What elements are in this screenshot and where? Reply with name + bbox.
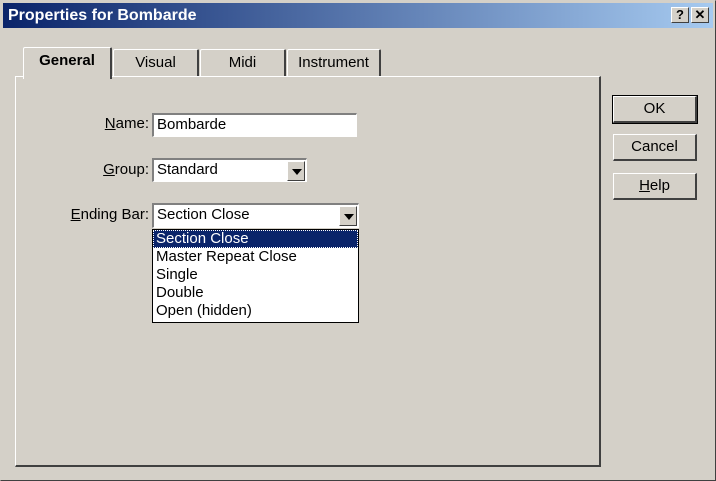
dropdown-option-master-repeat-close[interactable]: Master Repeat Close [153,248,358,266]
dropdown-option-double[interactable]: Double [153,284,358,302]
help-icon[interactable]: ? [671,7,689,23]
name-input[interactable]: Bombarde [152,113,357,137]
help-button[interactable]: Help [613,173,697,200]
properties-dialog: Properties for Bombarde ? ✕ General Visu… [0,0,716,481]
tab-visual[interactable]: Visual [113,49,199,77]
ending-bar-dropdown-list: Section Close Master Repeat Close Single… [152,229,359,323]
ok-button[interactable]: OK [612,95,698,124]
cancel-button[interactable]: Cancel [613,134,697,161]
chevron-down-icon[interactable] [287,161,305,181]
tab-midi[interactable]: Midi [200,49,286,77]
name-label: Name: [104,115,149,132]
close-icon[interactable]: ✕ [691,7,709,23]
title-bar[interactable]: Properties for Bombarde ? ✕ [3,3,713,28]
ending-bar-select[interactable]: Section Close [152,203,359,228]
ending-bar-label: Ending Bar: [70,206,149,223]
ending-bar-value: Section Close [157,206,250,223]
group-label: Group: [103,161,149,178]
dropdown-option-open-hidden[interactable]: Open (hidden) [153,302,358,320]
chevron-down-icon[interactable] [339,206,357,226]
group-select[interactable]: Standard [152,158,307,182]
dropdown-option-single[interactable]: Single [153,266,358,284]
dropdown-option-section-close[interactable]: Section Close [153,230,358,248]
group-value: Standard [157,161,218,178]
tab-general[interactable]: General [23,47,112,79]
tab-instrument[interactable]: Instrument [287,49,381,77]
window-title: Properties for Bombarde [8,7,197,24]
